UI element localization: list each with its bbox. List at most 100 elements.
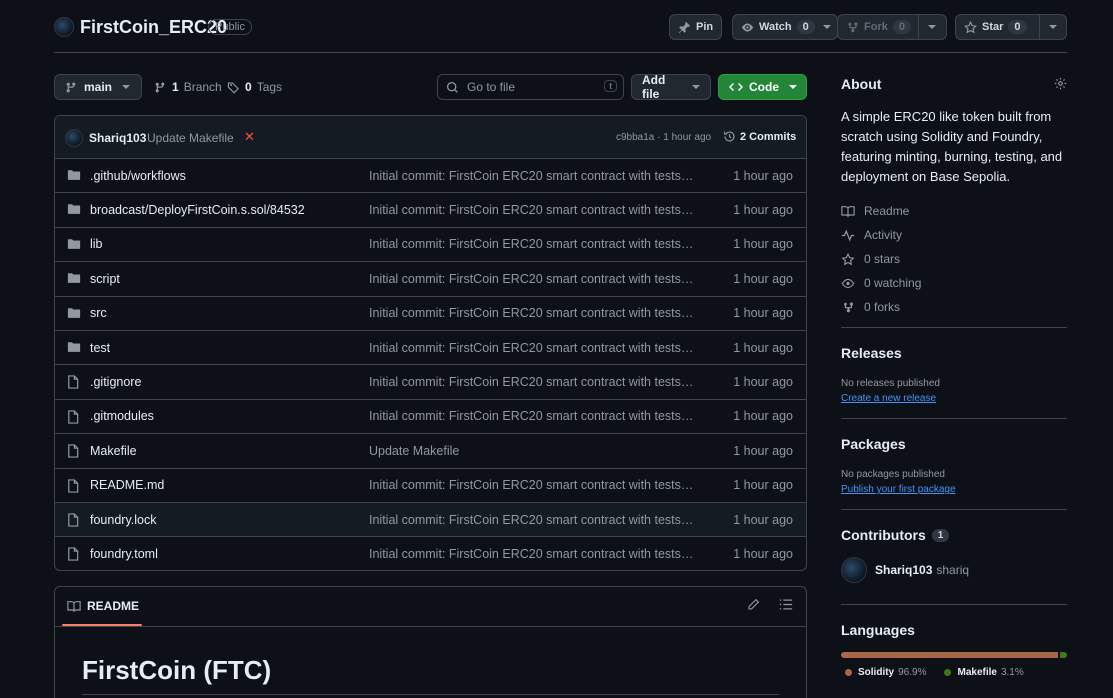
language-legend-item[interactable]: Makefile 3.1%	[944, 667, 1024, 678]
file-row[interactable]: Makefile Update Makefile 1 hour ago	[55, 434, 806, 469]
file-row[interactable]: .gitignore Initial commit: FirstCoin ERC2…	[55, 365, 806, 400]
language-bar-segment[interactable]	[841, 652, 1059, 658]
add-file-label: Add file	[642, 73, 666, 101]
contributor-avatar	[841, 557, 867, 583]
folder-icon	[67, 272, 81, 284]
file-commit-message[interactable]: Initial commit: FirstCoin ERC20 smart co…	[369, 513, 694, 527]
file-name[interactable]: README.md	[90, 478, 164, 492]
file-commit-message[interactable]: Initial commit: FirstCoin ERC20 smart co…	[369, 306, 694, 320]
file-commit-message[interactable]: Initial commit: FirstCoin ERC20 smart co…	[369, 169, 694, 183]
branch-count-label: Branch	[183, 80, 222, 94]
repo-name[interactable]: FirstCoin_ERC20	[80, 17, 227, 38]
file-commit-message[interactable]: Initial commit: FirstCoin ERC20 smart co…	[369, 203, 694, 217]
pencil-icon[interactable]	[747, 598, 760, 611]
activity-link[interactable]: Activity	[841, 223, 1067, 247]
file-commit-message[interactable]: Initial commit: FirstCoin ERC20 smart co…	[369, 375, 694, 389]
header-divider	[54, 52, 1067, 53]
file-row[interactable]: .github/workflows Initial commit: FirstCo…	[55, 159, 806, 194]
file-commit-time: 1 hour ago	[733, 237, 793, 252]
file-name[interactable]: foundry.lock	[90, 513, 156, 527]
branch-select[interactable]: main	[54, 74, 142, 100]
branch-icon	[154, 81, 167, 94]
language-name: Makefile	[957, 667, 997, 678]
branches-link[interactable]: 1 Branch	[154, 80, 222, 94]
releases-empty-text: No releases published	[841, 378, 940, 389]
language-percent: 96.9%	[898, 667, 927, 678]
commits-link[interactable]: 2 Commits	[723, 130, 796, 143]
file-row[interactable]: lib Initial commit: FirstCoin ERC20 smart…	[55, 228, 806, 263]
file-name[interactable]: test	[90, 341, 110, 355]
file-icon	[67, 513, 79, 527]
activity-link-label: Activity	[864, 228, 903, 242]
readme-tab[interactable]: README	[67, 599, 139, 613]
contributor-item[interactable]: Shariq103 shariq	[841, 557, 1067, 583]
watch-label: Watch	[759, 21, 792, 33]
go-to-file-search[interactable]: Go to file t	[437, 74, 624, 100]
file-commit-message[interactable]: Initial commit: FirstCoin ERC20 smart co…	[369, 547, 694, 561]
folder-icon	[67, 203, 81, 215]
releases-title[interactable]: Releases	[841, 345, 1067, 361]
star-count: 0	[1008, 20, 1027, 34]
file-commit-message[interactable]: Initial commit: FirstCoin ERC20 smart co…	[369, 409, 694, 423]
list-icon[interactable]	[779, 598, 793, 611]
file-commit-message[interactable]: Update Makefile	[369, 444, 694, 458]
commit-status-fail-icon[interactable]: ✕	[244, 129, 255, 145]
commit-message[interactable]: Update Makefile	[147, 131, 234, 145]
folder-icon	[67, 238, 81, 250]
forks-link[interactable]: 0 forks	[841, 295, 1067, 319]
watch-dropdown[interactable]	[822, 15, 837, 39]
language-bar-segment[interactable]	[1060, 652, 1067, 658]
file-row[interactable]: .gitmodules Initial commit: FirstCoin ERC…	[55, 400, 806, 435]
fork-label: Fork	[864, 21, 888, 33]
file-row[interactable]: src Initial commit: FirstCoin ERC20 smart…	[55, 297, 806, 331]
commit-author[interactable]: Shariq103	[89, 131, 146, 145]
create-release-link[interactable]: Create a new release	[841, 393, 1067, 404]
star-label: Star	[982, 21, 1004, 33]
forks-link-label: 0 forks	[864, 300, 901, 314]
file-row[interactable]: README.md Initial commit: FirstCoin ERC20…	[55, 469, 806, 503]
commit-author-avatar[interactable]	[65, 129, 83, 147]
packages-section: Packages No packages published Publish y…	[841, 436, 1067, 495]
packages-title[interactable]: Packages	[841, 436, 1067, 452]
contributors-header[interactable]: Contributors 1	[841, 527, 1067, 543]
commit-sha-time[interactable]: c9bba1a · 1 hour ago	[616, 132, 711, 143]
file-commit-message[interactable]: Initial commit: FirstCoin ERC20 smart co…	[369, 237, 694, 251]
contributors-title: Contributors	[841, 527, 926, 543]
stars-link[interactable]: 0 stars	[841, 247, 1067, 271]
file-name[interactable]: lib	[90, 237, 103, 251]
code-button[interactable]: Code	[718, 74, 807, 100]
pin-button[interactable]: Pin	[669, 14, 723, 40]
file-commit-message[interactable]: Initial commit: FirstCoin ERC20 smart co…	[369, 478, 694, 492]
file-row[interactable]: script Initial commit: FirstCoin ERC20 sm…	[55, 262, 806, 297]
owner-avatar[interactable]	[54, 17, 74, 37]
star-dropdown[interactable]	[1039, 15, 1066, 39]
publish-package-link[interactable]: Publish your first package	[841, 484, 1067, 495]
caret-down-icon	[822, 23, 831, 31]
readme-link[interactable]: Readme	[841, 199, 1067, 223]
fork-dropdown[interactable]	[918, 15, 945, 39]
file-name[interactable]: Makefile	[90, 444, 137, 458]
gear-icon[interactable]	[1054, 77, 1067, 90]
file-commit-message[interactable]: Initial commit: FirstCoin ERC20 smart co…	[369, 272, 694, 286]
folder-icon	[67, 341, 81, 353]
file-name[interactable]: .gitignore	[90, 375, 141, 389]
fork-button[interactable]: Fork 0	[837, 14, 947, 40]
language-legend-item[interactable]: Solidity 96.9%	[845, 667, 926, 678]
file-row[interactable]: test Initial commit: FirstCoin ERC20 smar…	[55, 331, 806, 366]
file-name[interactable]: foundry.toml	[90, 547, 158, 561]
file-name[interactable]: .github/workflows	[90, 169, 186, 183]
file-row[interactable]: broadcast/DeployFirstCoin.s.sol/84532 Ini…	[55, 193, 806, 228]
file-name[interactable]: script	[90, 272, 120, 286]
file-row[interactable]: foundry.toml Initial commit: FirstCoin ER…	[55, 537, 806, 570]
file-row[interactable]: foundry.lock Initial commit: FirstCoin ER…	[55, 502, 806, 538]
file-name[interactable]: broadcast/DeployFirstCoin.s.sol/84532	[90, 203, 305, 217]
star-button[interactable]: Star 0	[955, 14, 1067, 40]
add-file-button[interactable]: Add file	[631, 73, 711, 101]
file-commit-message[interactable]: Initial commit: FirstCoin ERC20 smart co…	[369, 341, 694, 355]
tags-link[interactable]: 0 Tags	[227, 80, 282, 94]
file-name[interactable]: .gitmodules	[90, 409, 154, 423]
watch-button[interactable]: Watch 0	[732, 14, 838, 40]
contributor-username: Shariq103	[875, 563, 933, 577]
watching-link[interactable]: 0 watching	[841, 271, 1067, 295]
file-name[interactable]: src	[90, 306, 107, 320]
